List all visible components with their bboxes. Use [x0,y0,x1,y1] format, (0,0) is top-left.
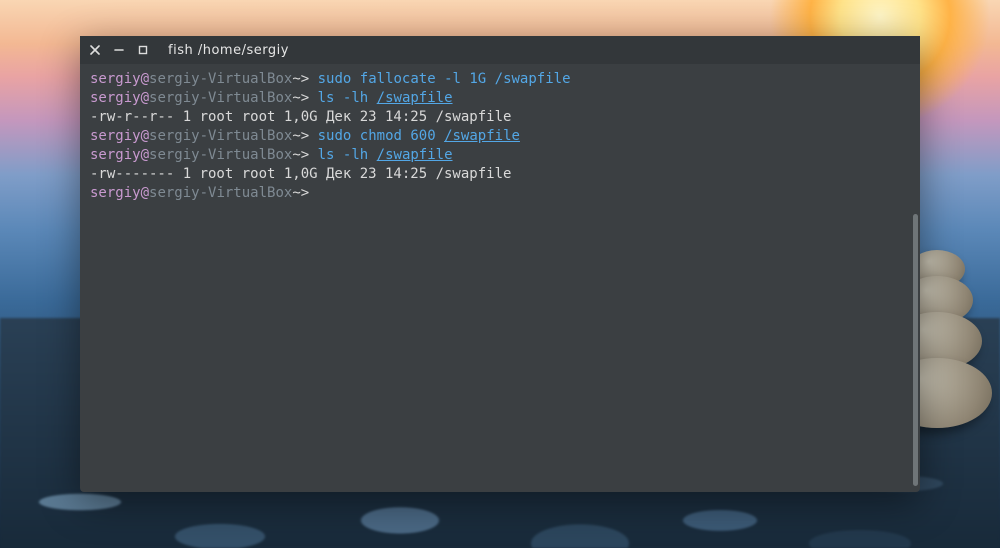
command-args: chmod 600 [360,128,444,144]
close-icon[interactable] [90,45,102,55]
prompt-user: sergiy [90,147,141,163]
prompt-gt: > [301,90,309,106]
terminal-window: fish /home/sergiy sergiy@sergiy-VirtualB… [80,36,920,492]
prompt-gt: > [301,128,309,144]
prompt-gt: > [301,147,309,163]
command-path: /swapfile [444,128,520,144]
command-option: -lh [343,90,368,106]
minimize-icon[interactable] [114,45,126,55]
command-path: /swapfile [377,147,453,163]
prompt-host: sergiy-VirtualBox [149,90,292,106]
window-title: fish /home/sergiy [168,43,289,58]
terminal-output: -rw------- 1 root root 1,0G Дек 23 14:25… [90,165,910,184]
command: ls [318,147,335,163]
prompt-at: @ [141,90,149,106]
prompt-tilde: ~ [292,147,300,163]
command: sudo [318,128,352,144]
prompt-at: @ [141,71,149,87]
command-args: fallocate -l 1G /swapfile [360,71,571,87]
prompt-at: @ [141,185,149,201]
terminal-line: sergiy@sergiy-VirtualBox~> sudo fallocat… [90,70,910,89]
terminal-body[interactable]: sergiy@sergiy-VirtualBox~> sudo fallocat… [80,64,920,492]
prompt-at: @ [141,128,149,144]
prompt-user: sergiy [90,71,141,87]
prompt-user: sergiy [90,90,141,106]
prompt-host: sergiy-VirtualBox [149,71,292,87]
prompt-tilde: ~ [292,71,300,87]
terminal-line: sergiy@sergiy-VirtualBox~> sudo chmod 60… [90,127,910,146]
terminal-line: sergiy@sergiy-VirtualBox~> [90,184,910,203]
prompt-host: sergiy-VirtualBox [149,185,292,201]
prompt-user: sergiy [90,185,141,201]
command-option: -lh [343,147,368,163]
prompt-host: sergiy-VirtualBox [149,147,292,163]
maximize-icon[interactable] [138,45,150,55]
command: ls [318,90,335,106]
command: sudo [318,71,352,87]
terminal-line: sergiy@sergiy-VirtualBox~> ls -lh /swapf… [90,146,910,165]
prompt-user: sergiy [90,128,141,144]
prompt-gt: > [301,185,309,201]
prompt-host: sergiy-VirtualBox [149,128,292,144]
prompt-tilde: ~ [292,185,300,201]
prompt-tilde: ~ [292,128,300,144]
prompt-gt: > [301,71,309,87]
terminal-scrollbar[interactable] [913,214,918,486]
terminal-line: sergiy@sergiy-VirtualBox~> ls -lh /swapf… [90,89,910,108]
prompt-at: @ [141,147,149,163]
prompt-tilde: ~ [292,90,300,106]
terminal-output: -rw-r--r-- 1 root root 1,0G Дек 23 14:25… [90,108,910,127]
command-path: /swapfile [377,90,453,106]
window-titlebar[interactable]: fish /home/sergiy [80,36,920,64]
